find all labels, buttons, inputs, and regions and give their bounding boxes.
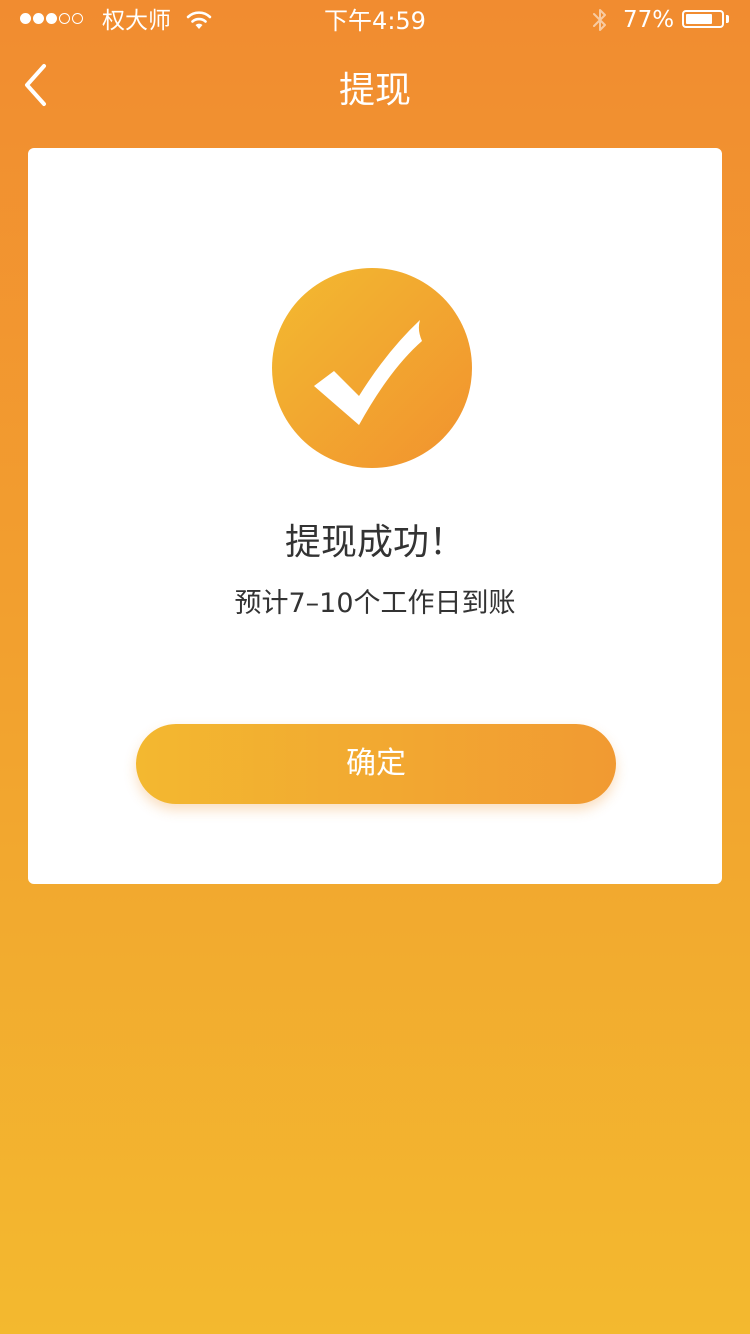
- confirm-button[interactable]: 确定: [136, 724, 616, 804]
- success-title: 提现成功！: [284, 522, 465, 563]
- nav-bar: 提现: [0, 40, 750, 140]
- battery-percentage: 77%: [623, 7, 675, 33]
- result-card: 提现成功！ 预计7–10个工作日到账 确定: [28, 148, 722, 884]
- page-title: 提现: [338, 70, 411, 111]
- battery-tip: [726, 15, 729, 23]
- checkmark-circle-icon: [272, 268, 472, 468]
- bluetooth-icon: [593, 9, 606, 31]
- battery-level: [686, 14, 712, 24]
- status-bar: 权大师 下午4:59 77%: [0, 0, 750, 40]
- battery-icon: [682, 10, 724, 28]
- success-subtitle: 预计7–10个工作日到账: [234, 588, 516, 619]
